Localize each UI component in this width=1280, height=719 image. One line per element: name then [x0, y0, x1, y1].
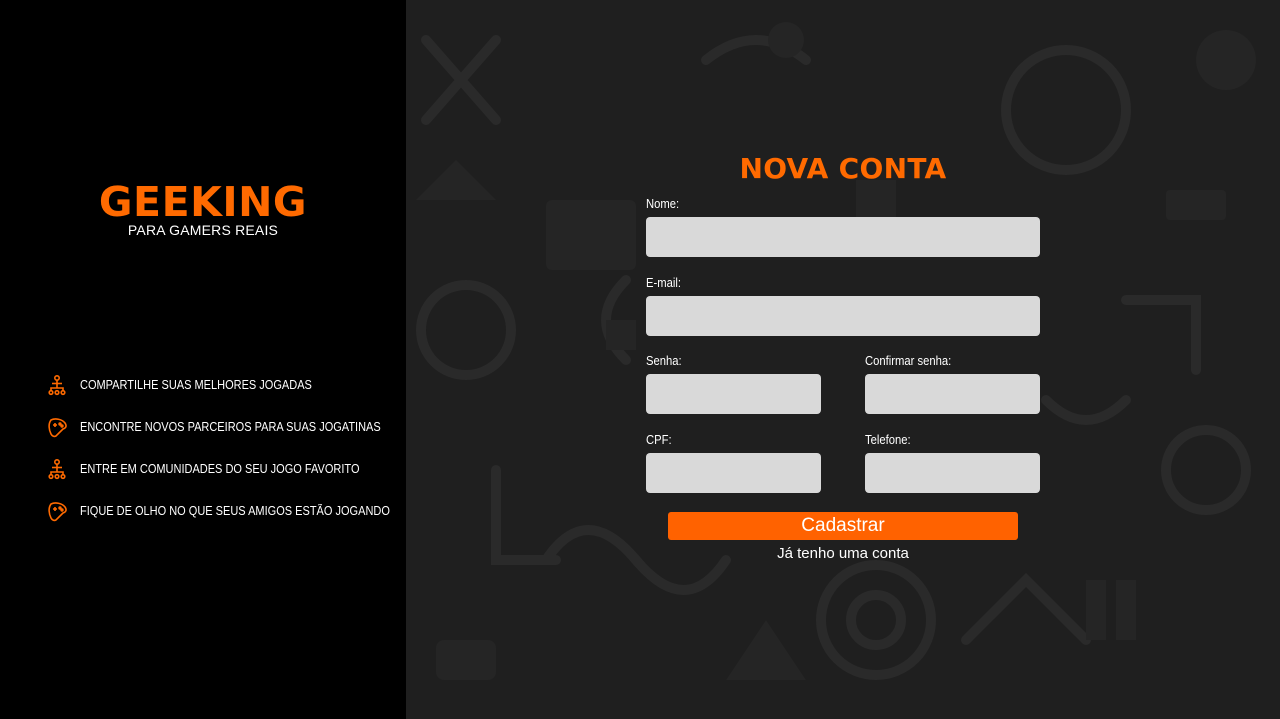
phone-label: Telefone:: [865, 433, 911, 447]
network-icon: [46, 458, 68, 480]
cpf-label: CPF:: [646, 433, 672, 447]
confirm-password-label: Confirmar senha:: [865, 354, 952, 368]
gamepad-icon: [46, 500, 68, 522]
brand-logo-title: GEEKING: [98, 178, 308, 226]
name-label: Nome:: [646, 197, 680, 211]
feature-text: ENTRE EM COMUNIDADES DO SEU JOGO FAVORIT…: [80, 462, 360, 476]
email-input[interactable]: [646, 296, 1040, 336]
register-button[interactable]: Cadastrar: [668, 512, 1018, 540]
email-label: E-mail:: [646, 276, 682, 290]
name-input[interactable]: [646, 217, 1040, 257]
feature-item: ENCONTRE NOVOS PARCEIROS PARA SUAS JOGAT…: [46, 415, 432, 439]
feature-item: ENTRE EM COMUNIDADES DO SEU JOGO FAVORIT…: [46, 457, 432, 481]
phone-input[interactable]: [865, 453, 1040, 493]
signup-panel: NOVA CONTA Nome: E-mail: Senha: Confirma…: [406, 0, 1280, 719]
form-title: NOVA CONTA: [739, 152, 947, 185]
feature-item: FIQUE DE OLHO NO QUE SEUS AMIGOS ESTÃO J…: [46, 499, 432, 523]
feature-text: ENCONTRE NOVOS PARCEIROS PARA SUAS JOGAT…: [80, 420, 381, 434]
password-label: Senha:: [646, 354, 682, 368]
brand-tagline: PARA GAMERS REAIS: [127, 222, 279, 238]
password-input[interactable]: [646, 374, 821, 414]
feature-text: FIQUE DE OLHO NO QUE SEUS AMIGOS ESTÃO J…: [80, 504, 390, 518]
sidebar: GEEKING PARA GAMERS REAIS COMPARTILHE SU…: [0, 0, 406, 719]
gamepad-icon: [46, 416, 68, 438]
game-pattern-background: [416, 22, 1256, 680]
feature-list: COMPARTILHE SUAS MELHORES JOGADAS ENCONT…: [46, 373, 432, 541]
feature-item: COMPARTILHE SUAS MELHORES JOGADAS: [46, 373, 432, 397]
feature-text: COMPARTILHE SUAS MELHORES JOGADAS: [80, 378, 312, 392]
confirm-password-input[interactable]: [865, 374, 1040, 414]
cpf-input[interactable]: [646, 453, 821, 493]
login-link[interactable]: Já tenho uma conta: [668, 545, 1018, 562]
brand: GEEKING PARA GAMERS REAIS: [0, 178, 406, 238]
network-icon: [46, 374, 68, 396]
